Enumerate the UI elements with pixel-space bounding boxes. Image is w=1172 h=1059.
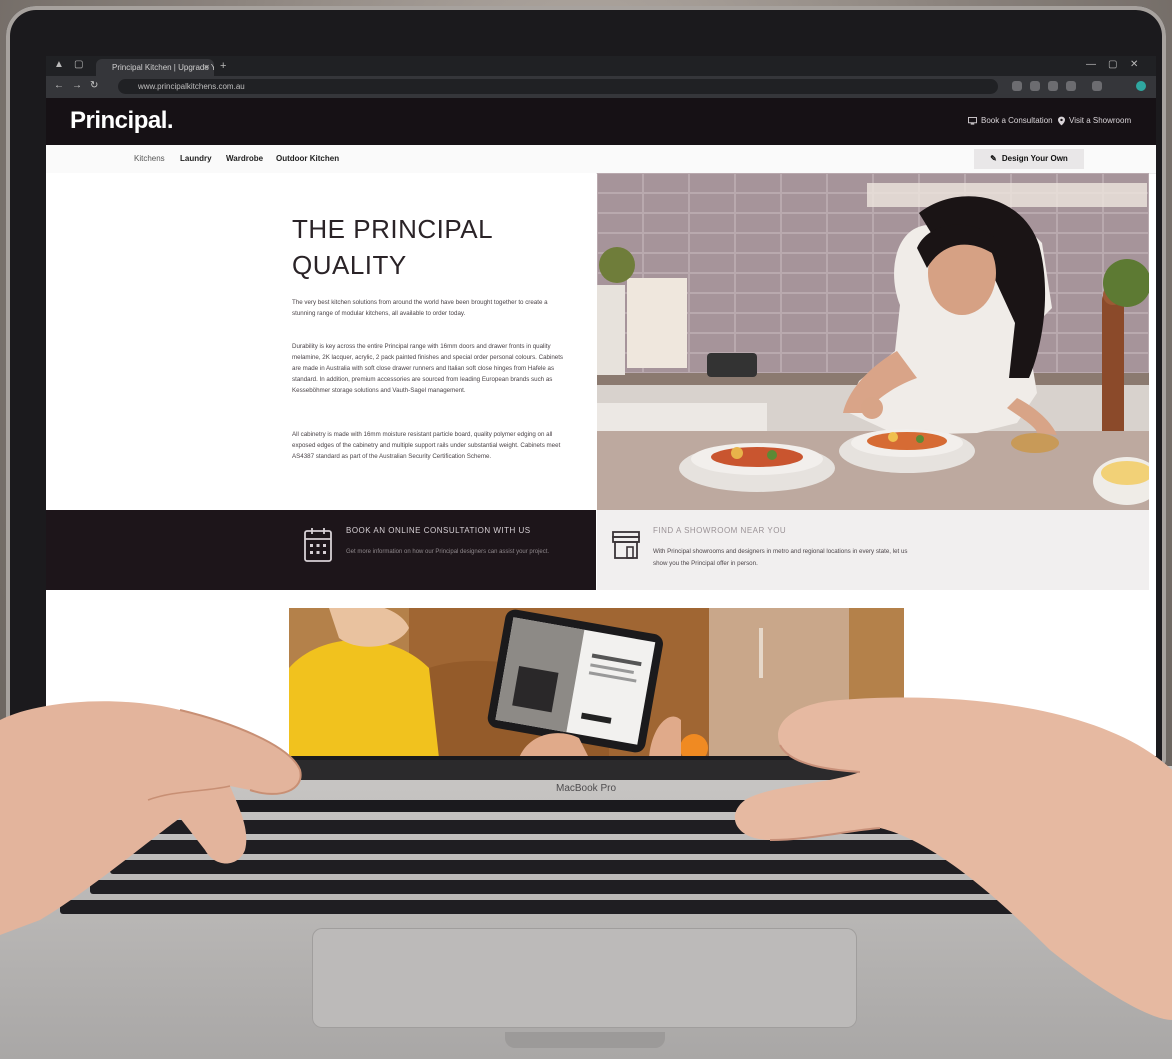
forward-icon[interactable]: → [72,80,82,91]
close-window-icon[interactable]: ✕ [1130,59,1138,70]
copilot-icon[interactable] [1136,81,1146,91]
url-text: www.principalkitchens.com.au [138,82,245,91]
new-tab-button[interactable]: + [220,59,226,73]
subnav-item-outdoor-kitchen[interactable]: Outdoor Kitchen [276,154,339,163]
site-header: Principal. Book a Consultation Visit a S… [46,98,1156,145]
hero-title: THE PRINCIPAL QUALITY [292,211,542,283]
laptop-lid: ▲ ▢ Principal Kitchen | Upgrade Your ✕ +… [6,6,1166,766]
consultation-description: Get more information on how our Principa… [346,549,550,555]
reload-icon[interactable]: ↻ [90,80,98,91]
minimize-icon[interactable]: — [1086,59,1096,70]
kitchen-scene-illustration [597,173,1149,510]
browser-tab-strip: ▲ ▢ Principal Kitchen | Upgrade Your ✕ +… [46,56,1156,76]
hero-title-line-1: THE PRINCIPAL [292,214,494,244]
tab-title: Principal Kitchen | Upgrade Your [112,63,214,72]
site-logo[interactable]: Principal. [70,107,174,135]
design-your-own-button[interactable]: ✎ Design Your Own [974,149,1084,169]
book-consultation-link[interactable]: Book a Consultation [968,116,1053,125]
browser-tab[interactable]: Principal Kitchen | Upgrade Your ✕ [96,59,214,76]
back-icon[interactable]: ← [54,80,64,91]
online-consultation-cta[interactable]: BOOK AN ONLINE CONSULTATION WITH US Get … [46,510,596,590]
hero-text-panel: THE PRINCIPAL QUALITY The very best kitc… [46,173,596,510]
hero-paragraph: The very best kitchen solutions from aro… [292,299,548,317]
book-consultation-label: Book a Consultation [981,116,1053,125]
find-showroom-cta[interactable]: FIND A SHOWROOM NEAR YOU With Principal … [597,510,1149,590]
tab-group-icon[interactable]: ▢ [74,59,83,70]
visit-showroom-link[interactable]: Visit a Showroom [1058,116,1131,126]
hero-paragraph: All cabinetry is made with 16mm moisture… [292,431,561,460]
browser-toolbar: ← → ↻ www.principalkitchens.com.au [46,76,1156,98]
visit-showroom-label: Visit a Showroom [1069,116,1132,126]
extension-icon[interactable] [1012,81,1022,91]
subnav-item-wardrobe[interactable]: Wardrobe [226,154,263,163]
monitor-icon [968,116,977,125]
close-tab-icon[interactable]: ✕ [203,59,210,76]
laptop-screen: ▲ ▢ Principal Kitchen | Upgrade Your ✕ +… [46,56,1156,756]
extension-icon[interactable] [1030,81,1040,91]
location-pin-icon [1058,116,1065,126]
deck-notch [505,1032,665,1048]
hero-kitchen-photo [597,173,1149,510]
calendar-icon [304,528,332,562]
consultation-title: BOOK AN ONLINE CONSULTATION WITH US [346,526,531,535]
address-bar[interactable]: www.principalkitchens.com.au [118,79,998,94]
showroom-description: With Principal showrooms and designers i… [653,548,908,567]
extension-icon[interactable] [1066,81,1076,91]
store-icon [612,531,640,559]
pencil-ruler-icon: ✎ [990,154,997,163]
hero-title-line-2: QUALITY [292,250,407,280]
subnav-item-kitchens[interactable]: Kitchens [134,154,165,163]
right-hand [734,697,1172,1020]
showroom-title: FIND A SHOWROOM NEAR YOU [653,526,787,535]
sub-navigation: Kitchens Laundry Wardrobe Outdoor Kitche… [46,145,1156,174]
left-hand [0,701,302,935]
maximize-icon[interactable]: ▢ [1108,59,1117,70]
hero-paragraph: Durability is key across the entire Prin… [292,343,564,394]
menu-icon[interactable] [1092,81,1102,91]
design-your-own-label: Design Your Own [1001,154,1068,163]
browser-logo-icon: ▲ [54,59,64,70]
extension-icon[interactable] [1048,81,1058,91]
subnav-item-laundry[interactable]: Laundry [180,154,212,163]
